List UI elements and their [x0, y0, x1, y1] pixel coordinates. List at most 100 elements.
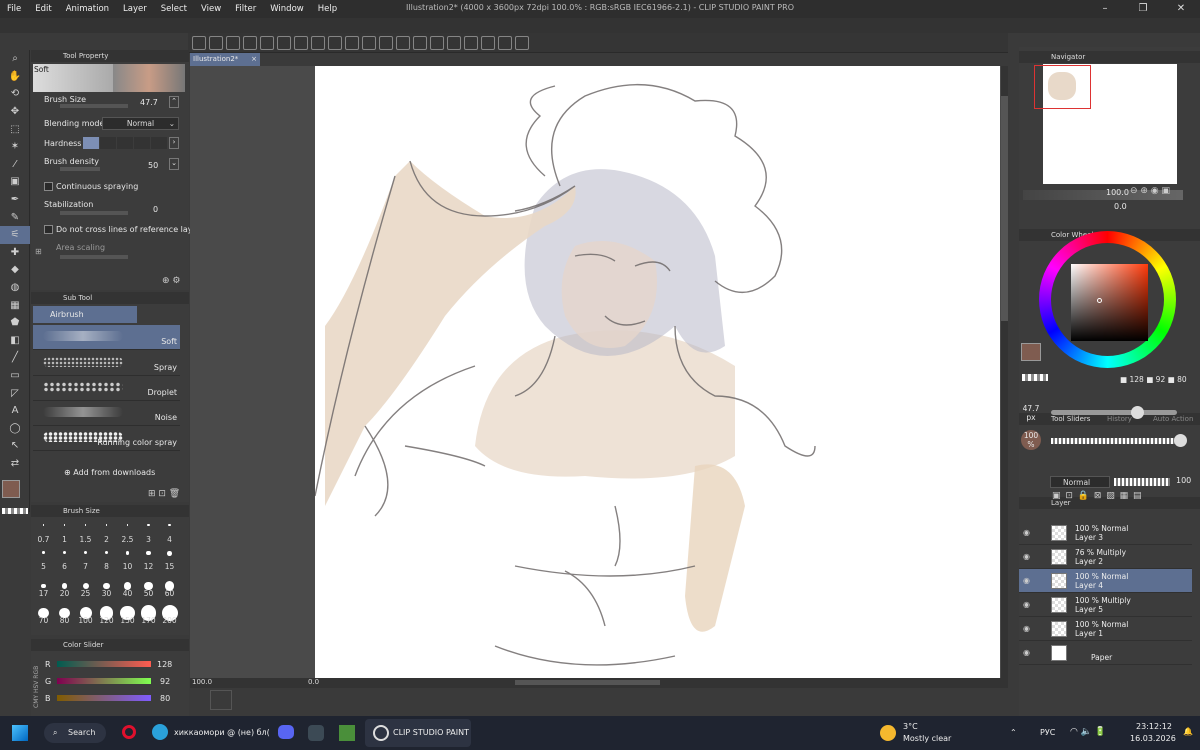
stabilization-bar[interactable] [60, 211, 128, 215]
brush-size-preset[interactable]: 60 [159, 574, 180, 601]
transparent-color-swatch[interactable] [1022, 374, 1048, 381]
main-color-swatch[interactable] [2, 480, 20, 498]
airbrush-tool-icon[interactable]: ⚟ [0, 225, 30, 244]
pencil-tool-icon[interactable]: ✎ [0, 208, 30, 226]
tool-opacity-slider[interactable] [1051, 434, 1187, 447]
layer-row[interactable]: ◉ 76 % Multiply Layer 2 [1019, 545, 1192, 569]
cmd-icon[interactable] [226, 35, 240, 50]
layer-blend-select[interactable]: Normal [1050, 476, 1110, 488]
clip-studio-taskbar-button[interactable]: CLIP STUDIO PAINT [365, 719, 471, 747]
menu-item[interactable]: View [194, 4, 228, 14]
hardness-selector[interactable] [83, 137, 167, 149]
bucket-tool-icon[interactable]: ⬟ [0, 314, 30, 332]
maximize-icon[interactable]: ❐ [1124, 0, 1162, 18]
eyedropper-icon[interactable]: ⁄ [0, 156, 30, 174]
brush-size-preset[interactable]: 20 [54, 574, 75, 601]
add-from-downloads-button[interactable]: ⊕ Add from downloads [64, 468, 155, 477]
text-tool-icon[interactable]: A [0, 402, 30, 420]
move-tool-icon[interactable]: ✥ [0, 103, 30, 121]
clock-date[interactable]: 16.03.2026 [1130, 734, 1176, 743]
r-slider[interactable] [57, 661, 151, 667]
eye-icon[interactable]: ◉ [1023, 576, 1030, 585]
cmd-icon[interactable] [294, 35, 308, 50]
network-volume-icons[interactable]: ◠ 🔈 🔋 [1070, 727, 1106, 737]
stabilization-value[interactable]: 0 [153, 205, 158, 214]
r-value[interactable]: 128 [157, 660, 172, 669]
pressure-icon[interactable]: ⌃ [169, 96, 179, 108]
ruler-tool-icon[interactable]: ◸ [0, 384, 30, 402]
layer-row[interactable]: ◉ 100 % Multiply Layer 5 [1019, 593, 1192, 617]
eye-icon[interactable]: ◉ [1023, 552, 1030, 561]
steam-icon[interactable] [308, 725, 324, 741]
brush-size-preset[interactable]: 5 [33, 547, 54, 574]
layer-row[interactable]: ◉ 100 % Normal Layer 4 [1019, 569, 1192, 593]
horizontal-scrollbar[interactable] [515, 680, 660, 685]
menu-item[interactable]: Select [154, 4, 194, 14]
g-slider[interactable] [57, 678, 151, 684]
operation-tool-icon[interactable]: ▣ [0, 173, 30, 191]
settings-icon[interactable]: ⊕ ⚙ [162, 276, 180, 286]
cmd-icon[interactable] [498, 35, 512, 50]
sub-tool-actions-icon[interactable]: ⊞ ⊡ 🗑 [148, 489, 180, 499]
menu-item[interactable]: Filter [228, 4, 263, 14]
search-box[interactable]: ⌕ Search [44, 723, 106, 743]
brush-size-preset[interactable]: 2 [96, 520, 117, 547]
main-color-swatch[interactable] [1021, 343, 1041, 361]
language-indicator[interactable]: РУС [1040, 728, 1055, 737]
brush-size-preset[interactable]: 10 [117, 547, 138, 574]
brush-size-value[interactable]: 47.7 [140, 98, 158, 107]
menu-item[interactable]: Layer [116, 4, 154, 14]
drawing-canvas[interactable] [315, 66, 1000, 678]
eye-icon[interactable]: ◉ [1023, 648, 1030, 657]
opera-icon[interactable] [122, 725, 136, 739]
sub-tool-item[interactable]: Noise [33, 401, 180, 426]
menu-item[interactable]: Animation [59, 4, 116, 14]
sub-tool-item[interactable]: Droplet [33, 376, 180, 401]
sub-tool-item[interactable]: Soft [33, 325, 180, 350]
sub-tool-item[interactable]: Running color spray [33, 426, 180, 451]
tool-size-slider[interactable] [1051, 406, 1177, 419]
sub-tool-item[interactable]: Spray [33, 351, 180, 376]
cmd-icon[interactable] [430, 35, 444, 50]
brush-size-preset[interactable]: 170 [138, 601, 159, 628]
brush-size-preset[interactable]: 6 [54, 547, 75, 574]
telegram-window-title[interactable]: хиккаомори @ (не) бл( [174, 728, 270, 737]
sub-tool-group-tab[interactable]: Airbrush [33, 306, 137, 323]
b-slider[interactable] [57, 695, 151, 701]
brush-size-preset[interactable]: 80 [54, 601, 75, 628]
menu-item[interactable]: File [0, 4, 28, 14]
layer-lock-icons[interactable]: ▣ ⊡ 🔒 ⊠ ▨ ▦ ▤ [1052, 491, 1142, 501]
cmd-icon[interactable] [311, 35, 325, 50]
brush-density-bar[interactable] [60, 167, 100, 171]
eraser-tool-icon[interactable]: ◆ [0, 261, 30, 279]
menu-item[interactable]: Help [311, 4, 344, 14]
telegram-icon[interactable] [152, 724, 168, 740]
cmd-icon[interactable] [328, 35, 342, 50]
frame-tool-icon[interactable]: ▭ [0, 367, 30, 385]
brush-size-preset[interactable]: 1 [54, 520, 75, 547]
cmd-icon[interactable] [379, 35, 393, 50]
eye-icon[interactable]: ◉ [1023, 528, 1030, 537]
zoom-value[interactable]: 100.0 [192, 678, 212, 686]
rotate-tool-icon[interactable]: ⟲ [0, 85, 30, 103]
eye-icon[interactable]: ◉ [1023, 624, 1030, 633]
brush-size-preset[interactable]: 25 [75, 574, 96, 601]
cmd-icon[interactable] [243, 35, 257, 50]
cmd-icon[interactable] [413, 35, 427, 50]
no-cross-checkbox[interactable] [44, 225, 53, 234]
cmd-icon[interactable] [464, 35, 478, 50]
close-icon[interactable]: ✕ [1162, 0, 1200, 18]
windows-start-icon[interactable] [12, 725, 28, 741]
hand-tool-icon[interactable]: ✋ [0, 68, 30, 86]
layer-row[interactable]: ◉ 100 % Normal Layer 1 [1019, 617, 1192, 641]
cmd-icon[interactable] [396, 35, 410, 50]
correct-line-tool-icon[interactable]: ↖ [0, 437, 30, 455]
brush-size-preset[interactable]: 0.7 [33, 520, 54, 547]
eye-icon[interactable]: ◉ [1023, 600, 1030, 609]
continuous-spraying-checkbox[interactable] [44, 182, 53, 191]
balloon-tool-icon[interactable]: ◯ [0, 419, 30, 437]
brush-size-preset[interactable]: 3 [138, 520, 159, 547]
pen-tool-icon[interactable]: ✒ [0, 191, 30, 209]
brush-size-preset[interactable]: 120 [96, 601, 117, 628]
b-value[interactable]: 80 [160, 694, 170, 703]
